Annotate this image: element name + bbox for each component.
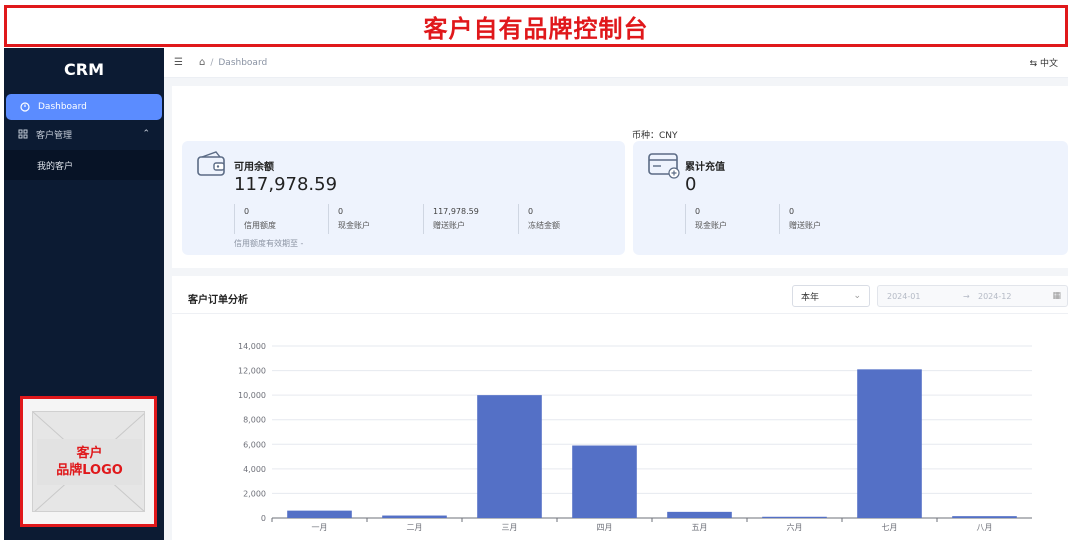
wallet-icon xyxy=(196,151,228,183)
bar-4 xyxy=(572,445,637,518)
topbar: ☰ ⌂ / Dashboard ⇆ 中文 xyxy=(164,48,1068,78)
balance-amount: 117,978.59 xyxy=(234,174,338,195)
stat-gift-account: 117,978.59 赠送账户 xyxy=(423,204,479,234)
stat-credit-limit: 0 信用额度 xyxy=(234,204,276,234)
x-tick-label: 六月 xyxy=(787,522,803,532)
image-placeholder: 客户 品牌LOGO xyxy=(32,411,145,512)
sidebar-item-my-customers[interactable]: 我的客户 xyxy=(4,152,164,178)
y-tick-label: 12,000 xyxy=(238,367,266,376)
bar-2 xyxy=(382,515,447,518)
bar-6 xyxy=(762,516,827,518)
y-tick-label: 8,000 xyxy=(243,416,266,425)
recharge-title: 累计充值 xyxy=(685,162,725,173)
sidebar-item-label: Dashboard xyxy=(38,102,87,112)
range-arrow: → xyxy=(963,291,970,301)
stat-frozen-amount: 0 冻结金额 xyxy=(518,204,560,234)
sidebar-item-customer-management[interactable]: 客户管理 ⌃ xyxy=(4,121,164,147)
swap-icon: ⇆ xyxy=(1029,59,1038,69)
sidebar: CRM Dashboard 客户管理 ⌃ 我的客户 客户 品牌LOGO xyxy=(4,48,164,540)
menu-toggle-icon[interactable]: ☰ xyxy=(174,57,183,68)
x-tick-label: 五月 xyxy=(692,523,708,532)
console-title: 客户自有品牌控制台 xyxy=(423,14,649,43)
sidebar-item-label: 我的客户 xyxy=(37,161,74,172)
x-tick-label: 三月 xyxy=(502,523,518,532)
range-end[interactable]: 2024-12 xyxy=(978,292,1011,301)
period-select[interactable]: 本年 ⌄ xyxy=(792,285,870,307)
order-bar-chart: 0 2,000 4,000 6,000 8,000 10,000 12,000 14,000 一… xyxy=(238,342,1032,532)
recharge-amount: 0 xyxy=(685,174,697,195)
console-title-banner: 客户自有品牌控制台 xyxy=(4,5,1068,47)
y-tick-label: 0 xyxy=(261,514,266,523)
stat-cash-account: 0 现金账户 xyxy=(685,204,727,234)
date-range-picker[interactable]: 2024-01 → 2024-12 ▦ xyxy=(877,285,1068,307)
stat-gift-account: 0 赠送账户 xyxy=(779,204,821,234)
app-logo: CRM xyxy=(64,60,104,79)
y-tick-label: 6,000 xyxy=(243,440,266,449)
balance-title: 可用余额 xyxy=(234,162,274,173)
calendar-icon[interactable]: ▦ xyxy=(1052,291,1061,301)
grid-icon xyxy=(18,129,28,139)
bar-7 xyxy=(857,369,922,518)
x-tick-label: 二月 xyxy=(407,523,423,532)
dashboard-icon xyxy=(20,102,30,112)
bar-3 xyxy=(477,395,542,518)
customer-submenu: 我的客户 xyxy=(4,150,164,180)
currency-label: 币种：CNY xyxy=(632,131,678,141)
bar-8 xyxy=(952,516,1017,518)
balance-card: 可用余额 117,978.59 0 信用额度 0 现金账户 117,978.59… xyxy=(182,141,625,255)
account-overview: 币种：CNY 可用余额 117,978.59 0 信用额度 0 现金账户 117… xyxy=(172,86,1068,268)
credit-validity-note: 信用额度有效期至 - xyxy=(234,239,304,248)
breadcrumb-separator: / xyxy=(210,57,214,68)
sidebar-item-dashboard[interactable]: Dashboard xyxy=(6,94,162,120)
chevron-down-icon: ⌄ xyxy=(853,291,861,301)
x-tick-label: 八月 xyxy=(977,523,993,532)
main-content: 币种：CNY 可用余额 117,978.59 0 信用额度 0 现金账户 117… xyxy=(164,78,1068,540)
y-tick-label: 2,000 xyxy=(243,489,266,498)
home-icon[interactable]: ⌂ xyxy=(199,57,205,68)
chart-divider xyxy=(172,313,1068,314)
language-switch[interactable]: ⇆ 中文 xyxy=(1030,56,1058,69)
chevron-up-icon[interactable]: ⌃ xyxy=(142,129,150,139)
brand-logo-label: 客户 品牌LOGO xyxy=(37,439,142,485)
sidebar-item-label: 客户管理 xyxy=(36,130,73,141)
y-tick-label: 4,000 xyxy=(243,465,266,474)
y-tick-label: 14,000 xyxy=(238,342,266,351)
order-analysis-title: 客户订单分析 xyxy=(188,295,248,306)
brand-logo-placeholder: 客户 品牌LOGO xyxy=(20,396,157,527)
stat-cash-account: 0 现金账户 xyxy=(328,204,370,234)
x-tick-label: 四月 xyxy=(597,523,613,532)
order-analysis-panel: 客户订单分析 本年 ⌄ 2024-01 → 2024-12 ▦ 0 2,000 4,… xyxy=(172,276,1068,540)
bar-1 xyxy=(287,510,352,518)
x-tick-label: 一月 xyxy=(312,523,328,532)
x-tick-label: 七月 xyxy=(882,523,898,532)
bar-5 xyxy=(667,511,732,518)
recharge-card: 累计充值 0 0 现金账户 0 赠送账户 xyxy=(633,141,1068,255)
card-recharge-icon xyxy=(647,151,681,183)
y-tick-label: 10,000 xyxy=(238,391,266,400)
breadcrumb-current[interactable]: Dashboard xyxy=(218,58,267,68)
range-start[interactable]: 2024-01 xyxy=(887,292,920,301)
